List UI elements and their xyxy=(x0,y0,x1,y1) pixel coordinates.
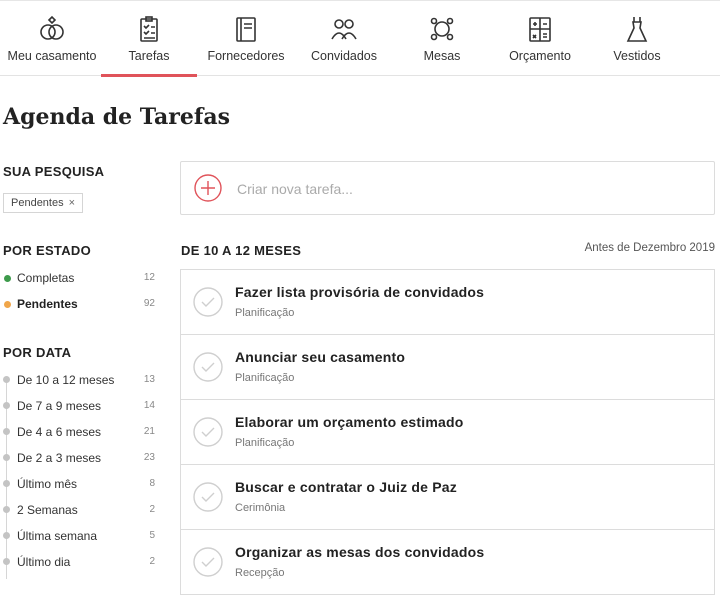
date-label: 2 Semanas xyxy=(17,503,78,517)
new-task-box xyxy=(180,161,715,215)
status-dot xyxy=(4,301,11,308)
task-item[interactable]: Organizar as mesas dos convidados Recepç… xyxy=(181,530,714,595)
date-item[interactable]: De 7 a 9 meses 14 xyxy=(3,397,155,415)
task-item[interactable]: Buscar e contratar o Juiz de Paz Cerimôn… xyxy=(181,465,714,530)
date-count: 5 xyxy=(149,530,155,541)
task-item[interactable]: Anunciar seu casamento Planificação xyxy=(181,335,714,400)
task-list: Fazer lista provisória de convidados Pla… xyxy=(180,269,715,595)
date-label: De 10 a 12 meses xyxy=(17,373,115,387)
timeline-dot xyxy=(3,454,10,461)
date-count: 14 xyxy=(143,400,155,411)
dress-icon xyxy=(622,14,652,44)
page-title: Agenda de Tarefas xyxy=(3,104,230,130)
task-title[interactable]: Anunciar seu casamento xyxy=(235,349,405,365)
task-category: Planificação xyxy=(235,307,295,319)
date-item[interactable]: Último mês 8 xyxy=(3,475,155,493)
timeline-dot xyxy=(3,506,10,513)
task-category: Cerimônia xyxy=(235,502,286,514)
check-circle-icon[interactable] xyxy=(193,352,223,382)
guests-icon xyxy=(329,14,359,44)
check-circle-icon[interactable] xyxy=(193,547,223,577)
nav-item-convidados[interactable]: Convidados xyxy=(296,1,392,76)
task-category: Recepção xyxy=(235,567,285,579)
date-count: 2 xyxy=(149,504,155,515)
nav-item-orcamento[interactable]: Orçamento xyxy=(492,1,588,76)
date-count: 21 xyxy=(143,426,155,437)
check-circle-icon[interactable] xyxy=(193,287,223,317)
nav-item-tarefas[interactable]: Tarefas xyxy=(101,1,197,77)
nav-item-vestidos[interactable]: Vestidos xyxy=(589,1,685,76)
add-task-icon[interactable] xyxy=(194,174,222,202)
task-category: Planificação xyxy=(235,437,295,449)
state-item-completas[interactable]: Completas 12 xyxy=(3,269,155,287)
clipboard-icon xyxy=(134,14,164,44)
date-label: Último dia xyxy=(17,555,71,569)
timeline-dot xyxy=(3,428,10,435)
date-item[interactable]: Última semana 5 xyxy=(3,527,155,545)
timeline-dot xyxy=(3,532,10,539)
new-task-input[interactable] xyxy=(235,176,699,202)
rings-icon xyxy=(37,14,67,44)
group-title: DE 10 A 12 MESES xyxy=(181,243,302,258)
task-category: Planificação xyxy=(235,372,295,384)
task-title[interactable]: Fazer lista provisória de convidados xyxy=(235,284,484,300)
check-circle-icon[interactable] xyxy=(193,482,223,512)
state-item-pendentes[interactable]: Pendentes 92 xyxy=(3,295,155,313)
notebook-icon xyxy=(231,14,261,44)
date-label: De 2 a 3 meses xyxy=(17,451,102,465)
timeline-dot xyxy=(3,402,10,409)
state-count: 12 xyxy=(143,272,155,283)
date-count: 8 xyxy=(149,478,155,489)
chip-label: Pendentes xyxy=(11,197,64,209)
nav-label: Vestidos xyxy=(613,49,661,63)
task-title[interactable]: Organizar as mesas dos convidados xyxy=(235,544,484,560)
state-label: Pendentes xyxy=(17,297,78,311)
active-tab-indicator xyxy=(101,74,197,77)
date-label: De 4 a 6 meses xyxy=(17,425,102,439)
date-item[interactable]: Último dia 2 xyxy=(3,553,155,571)
date-count: 23 xyxy=(143,452,155,463)
state-label: Completas xyxy=(17,271,75,285)
date-label: Último mês xyxy=(17,477,78,491)
date-item[interactable]: De 2 a 3 meses 23 xyxy=(3,449,155,467)
group-date: Antes de Dezembro 2019 xyxy=(584,242,715,254)
timeline-dot xyxy=(3,480,10,487)
search-heading: SUA PESQUISA xyxy=(3,164,105,179)
state-heading: POR ESTADO xyxy=(3,243,91,258)
check-circle-icon[interactable] xyxy=(193,417,223,447)
calculator-icon xyxy=(525,14,555,44)
nav-item-meu-casamento[interactable]: Meu casamento xyxy=(4,1,100,76)
task-title[interactable]: Buscar e contratar o Juiz de Paz xyxy=(235,479,457,495)
timeline-dot xyxy=(3,558,10,565)
chip-close-icon[interactable]: × xyxy=(69,197,75,209)
date-item[interactable]: 2 Semanas 2 xyxy=(3,501,155,519)
date-label: De 7 a 9 meses xyxy=(17,399,102,413)
date-label: Última semana xyxy=(17,529,98,543)
date-item[interactable]: De 4 a 6 meses 21 xyxy=(3,423,155,441)
task-title[interactable]: Elaborar um orçamento estimado xyxy=(235,414,464,430)
date-item[interactable]: De 10 a 12 meses 13 xyxy=(3,371,155,389)
task-item[interactable]: Elaborar um orçamento estimado Planifica… xyxy=(181,400,714,465)
date-count: 13 xyxy=(143,374,155,385)
status-dot xyxy=(4,275,11,282)
timeline-dot xyxy=(3,376,10,383)
task-item[interactable]: Fazer lista provisória de convidados Pla… xyxy=(181,270,714,335)
nav-item-fornecedores[interactable]: Fornecedores xyxy=(198,1,294,76)
date-heading: POR DATA xyxy=(3,345,72,360)
filter-chip-pendentes[interactable]: Pendentes × xyxy=(3,193,84,213)
table-icon xyxy=(427,14,457,44)
top-nav: Meu casamento Tarefas Fornecedores Convi… xyxy=(0,0,720,77)
nav-item-mesas[interactable]: Mesas xyxy=(394,1,490,76)
state-count: 92 xyxy=(143,298,155,309)
date-count: 2 xyxy=(149,556,155,567)
